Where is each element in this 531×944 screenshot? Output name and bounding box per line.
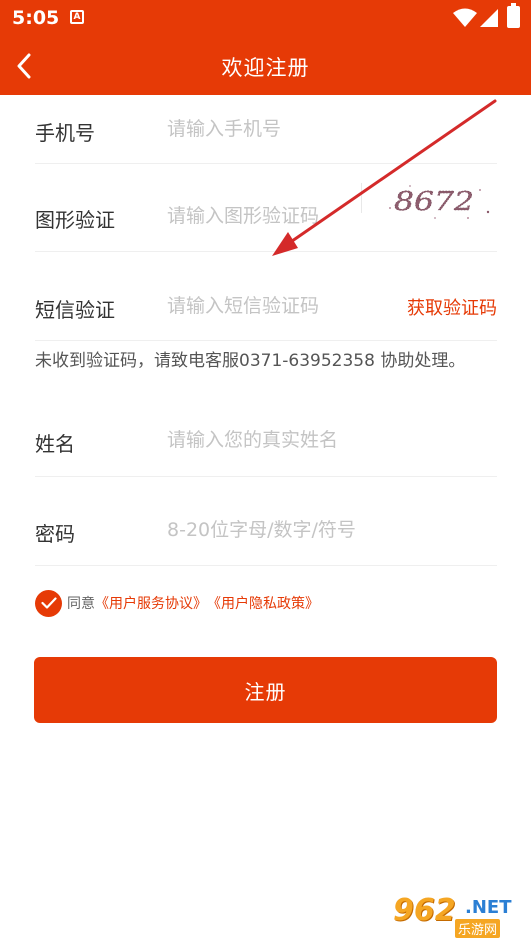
- watermark-suffix: .NET: [465, 897, 512, 918]
- wifi-icon: [453, 8, 477, 27]
- captcha-image[interactable]: 8672: [380, 178, 495, 222]
- phone-label: 手机号: [35, 121, 95, 145]
- status-time: 5:05: [12, 7, 60, 29]
- service-agreement-link[interactable]: 《用户服务协议》: [95, 593, 207, 613]
- agree-checkbox[interactable]: [35, 589, 62, 617]
- password-label: 密码: [35, 522, 75, 546]
- notification-icon: A: [70, 10, 84, 24]
- sms-code-input[interactable]: [167, 292, 357, 320]
- name-input[interactable]: [167, 426, 487, 454]
- nav-bar: 欢迎注册: [0, 38, 531, 95]
- name-row: 姓名: [35, 404, 497, 477]
- site-watermark: 962 .NET 乐游网: [393, 893, 523, 939]
- captcha-label: 图形验证: [35, 208, 115, 232]
- sms-row: 短信验证 获取验证码: [35, 252, 497, 341]
- battery-icon: [507, 3, 520, 28]
- phone-row: 手机号: [35, 95, 497, 164]
- help-notice: 未收到验证码，请致电客服0371-63952358 协助处理。: [35, 351, 466, 371]
- captcha-row: 图形验证 8672: [35, 164, 497, 252]
- captcha-text: 8672: [394, 187, 474, 217]
- signal-icon: [480, 9, 498, 27]
- watermark-subtitle: 乐游网: [455, 919, 501, 938]
- agreement-row: 同意 《用户服务协议》 《用户隐私政策》: [35, 589, 319, 617]
- phone-input[interactable]: [167, 115, 487, 143]
- captcha-input[interactable]: [167, 202, 357, 230]
- watermark-number: 962: [393, 893, 456, 928]
- page-title: 欢迎注册: [221, 56, 310, 80]
- name-label: 姓名: [35, 432, 75, 456]
- agree-prefix: 同意: [67, 596, 95, 612]
- captcha-divider: [361, 183, 362, 213]
- sms-label: 短信验证: [35, 298, 115, 322]
- register-button[interactable]: 注册: [34, 657, 497, 723]
- status-bar: 5:05 A: [0, 0, 531, 38]
- password-row: 密码: [35, 477, 497, 566]
- get-code-button[interactable]: 获取验证码: [407, 294, 497, 320]
- privacy-policy-link[interactable]: 《用户隐私政策》: [207, 593, 319, 613]
- password-input[interactable]: [167, 516, 487, 544]
- checkmark-icon: [40, 597, 57, 609]
